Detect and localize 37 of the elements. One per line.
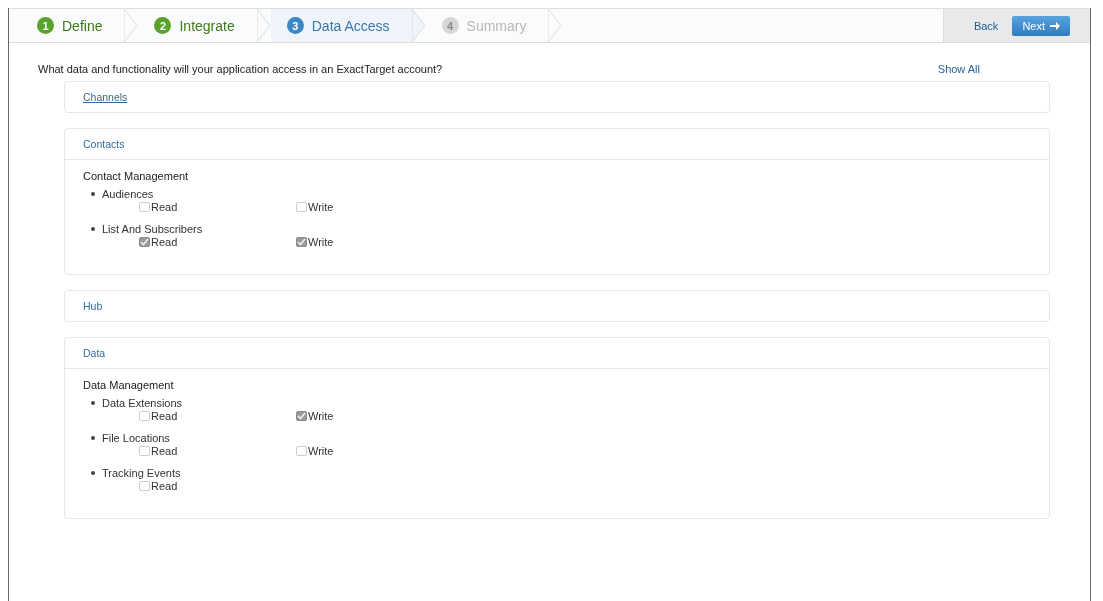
step-number-badge: 4 — [441, 17, 459, 34]
section-header[interactable]: Contacts — [65, 129, 1049, 159]
next-button[interactable]: Next — [1012, 15, 1070, 36]
step-number-badge: 1 — [37, 17, 54, 34]
permission-item: Tracking Events — [102, 467, 181, 479]
group-title: Contact Management — [83, 170, 190, 182]
back-button[interactable]: Back — [973, 16, 999, 35]
permission-checkbox[interactable]: Write — [296, 410, 453, 422]
section-header[interactable]: Channels — [65, 82, 1049, 112]
section-header[interactable]: Data — [65, 338, 1049, 368]
bullet-icon — [91, 471, 95, 475]
permission-checkbox[interactable]: Write — [296, 201, 453, 213]
permission-checkbox[interactable]: Read — [139, 410, 296, 422]
show-all-link[interactable]: Show All — [937, 63, 980, 75]
bullet-icon — [91, 227, 95, 231]
bullet-icon — [91, 192, 95, 196]
permission-checkbox[interactable]: Read — [139, 201, 296, 213]
permission-item: Audiences — [102, 188, 154, 200]
permission-checkbox[interactable]: Write — [296, 236, 453, 248]
step-number-badge: 2 — [154, 17, 172, 34]
group-title: Data Management — [83, 379, 175, 391]
step-number-badge: 3 — [286, 17, 304, 34]
check-icon — [297, 412, 306, 420]
permission-checkbox[interactable]: Read — [139, 480, 296, 492]
permission-checkbox[interactable]: Write — [296, 445, 453, 457]
bullet-icon — [91, 401, 95, 405]
permission-item: File Locations — [102, 432, 170, 444]
section-header[interactable]: Hub — [65, 291, 1049, 321]
permission-item: Data Extensions — [102, 397, 183, 409]
arrow-icon — [1050, 21, 1060, 30]
permission-checkbox[interactable]: Read — [139, 445, 296, 457]
permission-checkbox[interactable]: Read — [139, 236, 296, 248]
bullet-icon — [91, 436, 95, 440]
check-icon — [140, 238, 149, 246]
check-icon — [297, 238, 306, 246]
question-text: What data and functionality will your application access in an ExactTarget account? — [38, 63, 443, 75]
permission-item: List And Subscribers — [102, 223, 203, 235]
